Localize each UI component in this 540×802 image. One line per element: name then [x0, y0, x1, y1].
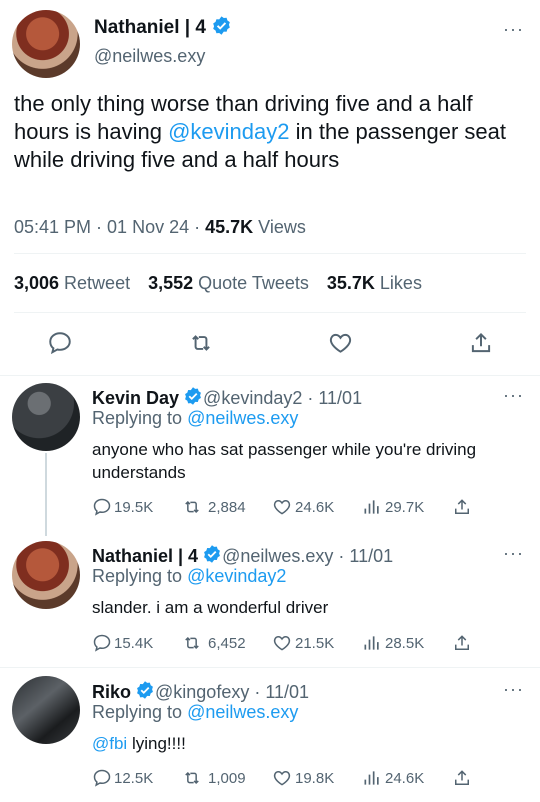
mention-link[interactable]: @fbi [92, 734, 127, 753]
views-label: Views [253, 217, 306, 237]
divider [0, 375, 540, 376]
retweet-icon [180, 497, 204, 517]
more-options-icon[interactable]: ··· [503, 680, 524, 698]
display-name[interactable]: Nathaniel | 4 [94, 17, 206, 39]
quotes-count: 3,552 [148, 273, 194, 293]
share-icon[interactable] [452, 768, 472, 793]
like-icon [271, 633, 293, 653]
replying-to: Replying to @neilwes.exy [92, 702, 298, 723]
views-count: 24.6K [385, 769, 425, 787]
likes-label: Likes [374, 273, 422, 293]
retweet-action[interactable]: 1,009 [180, 768, 246, 788]
reply-text: slander. i am a wonderful driver [92, 598, 329, 617]
share-icon[interactable] [468, 330, 494, 361]
reply-count: 12.5K [114, 769, 154, 787]
views-icon [362, 633, 382, 653]
retweets-count: 3,006 [14, 273, 60, 293]
tweet-text: the only thing worse than driving five a… [14, 90, 524, 174]
divider [14, 253, 526, 254]
replying-to-handle[interactable]: @neilwes.exy [187, 702, 298, 722]
views-action[interactable]: 24.6K [362, 768, 424, 788]
replying-to: Replying to @kevinday2 [92, 566, 286, 587]
reply-icon [92, 497, 112, 517]
reply-count: 19.5K [114, 498, 154, 516]
like-count: 19.8K [295, 769, 335, 787]
views-count: 29.7K [385, 498, 425, 516]
views-action[interactable]: 28.5K [362, 633, 424, 653]
reply-count: 15.4K [114, 634, 154, 652]
reply-action[interactable]: 19.5K [92, 497, 153, 517]
views-count: 45.7K [205, 217, 254, 237]
like-action[interactable]: 21.5K [271, 633, 334, 653]
avatar[interactable] [12, 10, 80, 78]
thread-line [45, 453, 47, 536]
reply-icon [92, 633, 112, 653]
like-count: 21.5K [295, 634, 335, 652]
avatar[interactable] [12, 541, 80, 609]
like-count: 24.6K [295, 498, 335, 516]
like-icon[interactable] [327, 330, 354, 361]
avatar[interactable] [12, 676, 80, 744]
share-icon[interactable] [452, 497, 472, 522]
more-options-icon[interactable]: ··· [503, 544, 524, 562]
author-row: Nathaniel | 4 [94, 16, 232, 40]
likes-stat[interactable]: 35.7K Likes [327, 273, 422, 294]
retweet-icon[interactable] [187, 330, 215, 361]
quotes-label: Quote Tweets [193, 273, 309, 293]
tweet-timestamp: 05:41 PM · 01 Nov 24 · 45.7K Views [14, 217, 306, 238]
retweet-action[interactable]: 6,452 [180, 633, 246, 653]
replying-to-handle[interactable]: @neilwes.exy [187, 408, 298, 428]
reply-text-part: lying!!!! [127, 734, 186, 753]
handle-and-date[interactable]: @kingofexy · 11/01 [155, 682, 309, 703]
divider [14, 312, 526, 313]
retweet-icon [180, 633, 204, 653]
retweets-label: Retweet [59, 273, 131, 293]
handle[interactable]: @neilwes.exy [94, 46, 205, 67]
replying-to-label: Replying to [92, 408, 188, 428]
reply-icon[interactable] [47, 330, 73, 361]
retweets-stat[interactable]: 3,006 Retweet [14, 273, 130, 294]
like-action[interactable]: 19.8K [271, 768, 334, 788]
display-name[interactable]: Riko [92, 682, 131, 703]
quotes-stat[interactable]: 3,552 Quote Tweets [148, 273, 309, 294]
display-name[interactable]: Nathaniel | 4 [92, 546, 198, 567]
like-icon [271, 497, 293, 517]
reply-action[interactable]: 15.4K [92, 633, 153, 653]
timestamp[interactable]: 05:41 PM · 01 Nov 24 · [14, 217, 205, 237]
replying-to-handle[interactable]: @kevinday2 [187, 566, 286, 586]
share-icon[interactable] [452, 633, 472, 658]
replying-to: Replying to @neilwes.exy [92, 408, 298, 429]
replying-to-label: Replying to [92, 566, 188, 586]
views-icon [362, 768, 382, 788]
like-icon [271, 768, 293, 788]
retweet-count: 6,452 [208, 634, 246, 652]
like-action[interactable]: 24.6K [271, 497, 334, 517]
engagement-stats: 3,006 Retweet 3,552 Quote Tweets 35.7K L… [14, 273, 422, 294]
verified-badge-icon [211, 15, 232, 41]
reply-action[interactable]: 12.5K [92, 768, 153, 788]
reply-text: anyone who has sat passenger while you'r… [92, 440, 477, 482]
divider [0, 667, 540, 668]
likes-count: 35.7K [326, 273, 375, 293]
views-count: 28.5K [385, 634, 425, 652]
mention-link[interactable]: @kevinday2 [168, 119, 289, 144]
retweet-count: 1,009 [208, 769, 246, 787]
retweet-count: 2,884 [208, 498, 246, 516]
reply-text: @fbi lying!!!! [92, 732, 492, 755]
reply-icon [92, 768, 112, 788]
views-action[interactable]: 29.7K [362, 497, 424, 517]
views-icon [362, 497, 382, 517]
retweet-action[interactable]: 2,884 [180, 497, 246, 517]
avatar[interactable] [12, 383, 80, 451]
more-options-icon[interactable]: ··· [503, 20, 524, 38]
more-options-icon[interactable]: ··· [503, 386, 524, 404]
handle-and-date[interactable]: @kevinday2 · 11/01 [203, 388, 362, 409]
handle-and-date[interactable]: @neilwes.exy · 11/01 [222, 546, 393, 567]
replying-to-label: Replying to [92, 702, 188, 722]
retweet-icon [180, 768, 204, 788]
display-name[interactable]: Kevin Day [92, 388, 179, 409]
